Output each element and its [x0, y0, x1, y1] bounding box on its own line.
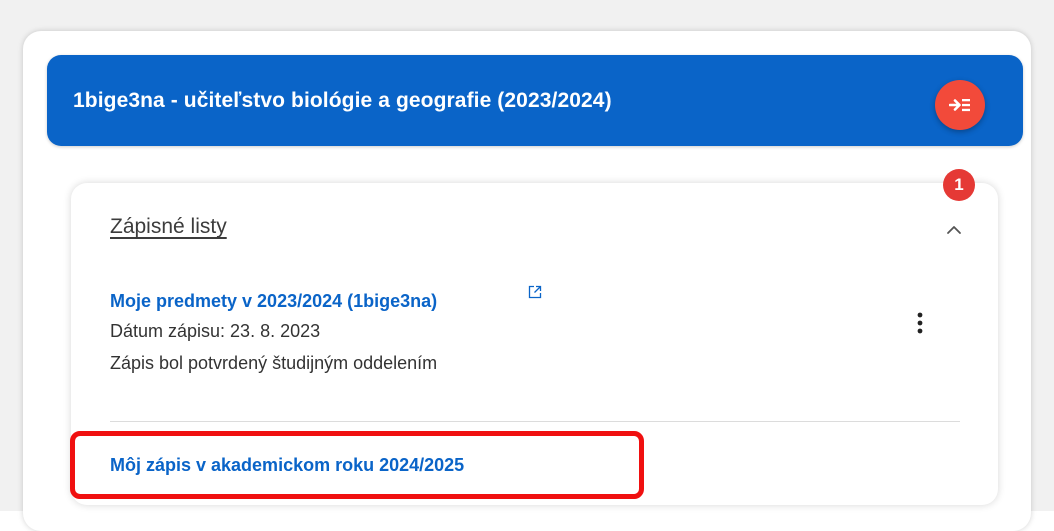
section-title-enrollment-sheets[interactable]: Zápisné listy: [110, 215, 227, 239]
study-program-title: 1bige3na - učiteľstvo biológie a geograf…: [73, 88, 612, 112]
divider: [110, 421, 960, 422]
arrow-collapse-menu-icon: [949, 99, 970, 112]
more-options-icon[interactable]: [910, 308, 930, 338]
enrollment-item-link[interactable]: Moje predmety v 2023/2024 (1bige3na): [110, 291, 437, 312]
notification-badge: 1: [943, 169, 975, 201]
collapse-menu-button[interactable]: [935, 80, 985, 130]
chevron-up-icon[interactable]: [944, 220, 964, 240]
enrollment-date: Dátum zápisu: 23. 8. 2023: [110, 321, 321, 341]
new-enrollment-link[interactable]: Môj zápis v akademickom roku 2024/2025: [110, 455, 464, 476]
study-program-header: 1bige3na - učiteľstvo biológie a geograf…: [47, 55, 1023, 146]
external-link-icon[interactable]: [528, 285, 542, 299]
enrollment-status: Zápis bol potvrdený študijným oddelením: [110, 353, 438, 373]
